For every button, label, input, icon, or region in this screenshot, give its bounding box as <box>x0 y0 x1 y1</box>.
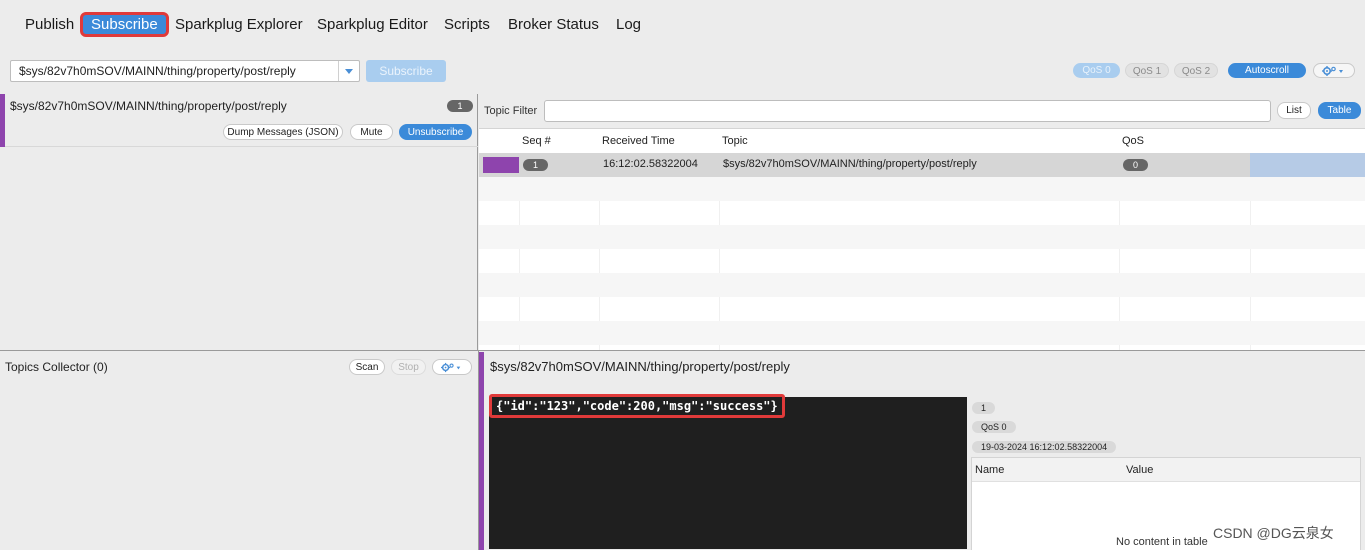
subscription-message-count: 1 <box>447 100 473 112</box>
collector-settings-dropdown[interactable] <box>432 359 472 375</box>
subscription-item[interactable]: $sys/82v7h0mSOV/MAINN/thing/property/pos… <box>0 94 478 147</box>
row-qos: 0 <box>1123 159 1148 171</box>
qos1-toggle[interactable]: QoS 1 <box>1125 63 1169 78</box>
nav-sparkplug-explorer[interactable]: Sparkplug Explorer <box>175 12 303 37</box>
topics-collector-title: Topics Collector (0) <box>5 360 108 374</box>
row-selection-highlight <box>1250 153 1365 177</box>
payload-text: {"id":"123","code":200,"msg":"success"} <box>489 394 785 418</box>
message-seq-badge: 1 <box>972 402 996 414</box>
stop-button[interactable]: Stop <box>391 359 426 375</box>
column-header-seq[interactable]: Seq # <box>522 135 551 148</box>
scan-button[interactable]: Scan <box>349 359 385 375</box>
table-view-button[interactable]: Table <box>1318 102 1361 119</box>
row-seq: 1 <box>523 159 548 171</box>
table-empty-row <box>479 177 1365 201</box>
qos0-toggle[interactable]: QoS 0 <box>1073 63 1120 78</box>
settings-dropdown[interactable] <box>1313 63 1355 78</box>
properties-header: Name Value <box>972 458 1360 482</box>
message-detail-panel: $sys/82v7h0mSOV/MAINN/thing/property/pos… <box>479 350 1365 550</box>
nav-broker-status[interactable]: Broker Status <box>508 12 599 37</box>
watermark: CSDN @DG云泉女 <box>1213 525 1334 541</box>
topics-collector-panel: Topics Collector (0) Scan Stop <box>0 350 479 550</box>
topic-filter-label: Topic Filter <box>484 105 538 117</box>
table-empty-row <box>479 273 1365 297</box>
topic-filter-input[interactable] <box>544 100 1271 122</box>
messages-table: Seq # Received Time Topic QoS 1 16:12:02… <box>479 128 1365 351</box>
gear-icon <box>441 362 461 373</box>
row-color-swatch <box>483 157 519 173</box>
column-header-received-time[interactable]: Received Time <box>602 135 675 148</box>
nav-sparkplug-editor[interactable]: Sparkplug Editor <box>317 12 428 37</box>
qos2-toggle[interactable]: QoS 2 <box>1174 63 1218 78</box>
table-row[interactable]: 1 16:12:02.58322004 $sys/82v7h0mSOV/MAIN… <box>479 153 1365 177</box>
column-header-topic[interactable]: Topic <box>722 135 748 148</box>
message-timestamp-badge: 19-03-2024 16:12:02.58322004 <box>972 441 1117 453</box>
payload-viewer[interactable]: {"id":"123","code":200,"msg":"success"} <box>489 394 967 549</box>
nav-publish[interactable]: Publish <box>25 12 74 37</box>
autoscroll-toggle[interactable]: Autoscroll <box>1228 63 1306 78</box>
gear-icon <box>1322 66 1343 76</box>
table-empty-row <box>479 297 1365 321</box>
message-detail-topic: $sys/82v7h0mSOV/MAINN/thing/property/pos… <box>490 359 790 374</box>
column-header-name[interactable]: Name <box>975 464 1004 477</box>
row-received-time: 16:12:02.58322004 <box>603 158 698 170</box>
mute-button[interactable]: Mute <box>350 124 393 140</box>
message-color-bar <box>479 352 484 550</box>
subscription-topic: $sys/82v7h0mSOV/MAINN/thing/property/pos… <box>10 99 287 113</box>
messages-panel: Topic Filter List Table Seq # Received T… <box>479 94 1365 351</box>
nav-scripts[interactable]: Scripts <box>444 12 490 37</box>
column-header-value[interactable]: Value <box>1126 464 1153 477</box>
nav-subscribe[interactable]: Subscribe <box>80 12 169 37</box>
subscribe-button[interactable]: Subscribe <box>366 60 446 82</box>
main-nav: Publish Subscribe Sparkplug Explorer Spa… <box>0 0 1365 50</box>
properties-empty-message: No content in table <box>1116 536 1208 548</box>
subscribe-toolbar: $sys/82v7h0mSOV/MAINN/thing/property/pos… <box>0 50 1365 94</box>
mqtt-client-window: Publish Subscribe Sparkplug Explorer Spa… <box>0 0 1365 550</box>
column-header-qos[interactable]: QoS <box>1122 135 1144 148</box>
topic-dropdown-button[interactable] <box>338 61 359 81</box>
nav-log[interactable]: Log <box>616 12 641 37</box>
topic-combobox[interactable]: $sys/82v7h0mSOV/MAINN/thing/property/pos… <box>10 60 360 82</box>
message-qos-badge: QoS 0 <box>972 421 1016 433</box>
chevron-down-icon <box>345 69 353 74</box>
unsubscribe-button[interactable]: Unsubscribe <box>399 124 472 140</box>
table-empty-row <box>479 249 1365 273</box>
list-view-button[interactable]: List <box>1277 102 1311 119</box>
row-topic: $sys/82v7h0mSOV/MAINN/thing/property/pos… <box>723 158 977 170</box>
table-empty-row <box>479 321 1365 345</box>
topic-combobox-value: $sys/82v7h0mSOV/MAINN/thing/property/pos… <box>19 64 296 78</box>
subscription-color-bar <box>0 94 5 147</box>
dump-messages-button[interactable]: Dump Messages (JSON) <box>223 124 343 140</box>
subscriptions-panel: $sys/82v7h0mSOV/MAINN/thing/property/pos… <box>0 94 478 350</box>
table-empty-row <box>479 225 1365 249</box>
table-empty-row <box>479 201 1365 225</box>
